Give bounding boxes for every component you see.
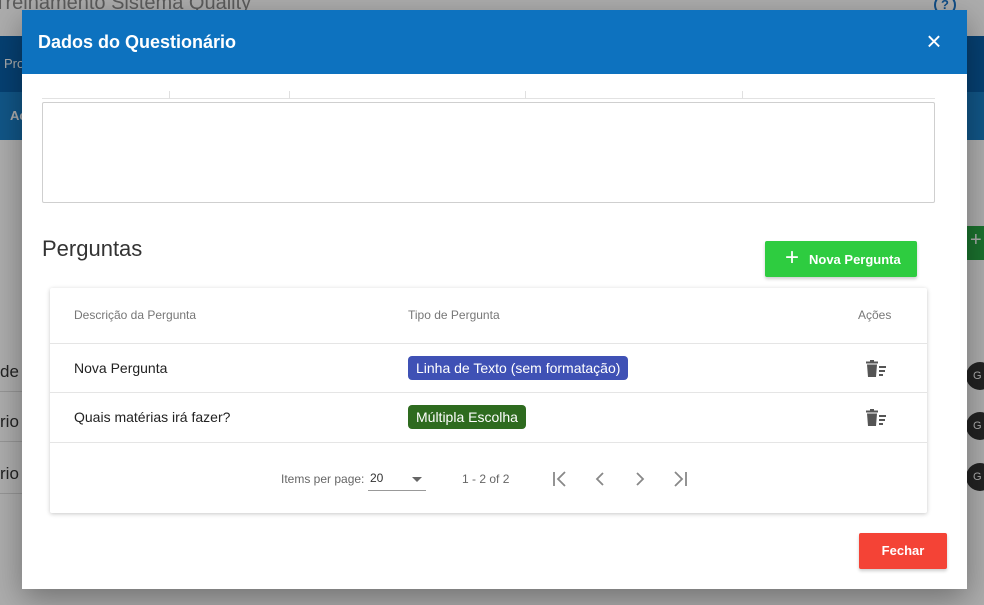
close-icon[interactable]: × — [921, 28, 947, 54]
questionnaire-dialog: Dados do Questionário × Perguntas + Nova… — [22, 10, 967, 589]
page-range-label: 1 - 2 of 2 — [462, 472, 510, 486]
close-button[interactable]: Fechar — [859, 533, 947, 569]
question-type-badge: Linha de Texto (sem formatação) — [408, 356, 629, 380]
table-row: Quais matérias irá fazer? Múltipla Escol… — [50, 392, 927, 441]
page-size-select[interactable]: 20 — [368, 467, 426, 491]
last-page-icon[interactable] — [668, 467, 692, 491]
dialog-title: Dados do Questionário — [38, 32, 237, 52]
plus-icon: + — [785, 244, 800, 271]
questions-table: Descrição da Pergunta Tipo de Pergunta A… — [50, 288, 927, 513]
new-question-label: Nova Pergunta — [809, 252, 901, 267]
question-type-badge: Múltipla Escolha — [408, 405, 526, 429]
section-title-perguntas: Perguntas — [42, 236, 143, 261]
dialog-header: Dados do Questionário × — [22, 10, 967, 74]
chevron-down-icon — [412, 477, 422, 482]
column-header-type: Tipo de Pergunta — [408, 308, 500, 322]
previous-page-icon[interactable] — [588, 467, 612, 491]
new-question-button[interactable]: + Nova Pergunta — [765, 241, 917, 277]
previous-table-edge — [42, 85, 935, 99]
items-per-page-label: Items per page: — [281, 472, 365, 486]
question-description: Nova Pergunta — [74, 360, 168, 376]
question-description: Quais matérias irá fazer? — [74, 409, 231, 425]
description-textarea[interactable] — [42, 102, 935, 203]
paginator: Items per page: 20 1 - 2 of 2 — [50, 442, 927, 513]
page-size-value: 20 — [370, 471, 384, 485]
column-header-description: Descrição da Pergunta — [74, 308, 197, 322]
table-row: Nova Pergunta Linha de Texto (sem format… — [50, 343, 927, 392]
delete-sweep-icon[interactable] — [864, 409, 888, 427]
delete-sweep-icon[interactable] — [864, 360, 888, 378]
first-page-icon[interactable] — [548, 467, 572, 491]
column-header-actions: Ações — [858, 308, 892, 322]
next-page-icon[interactable] — [628, 467, 652, 491]
